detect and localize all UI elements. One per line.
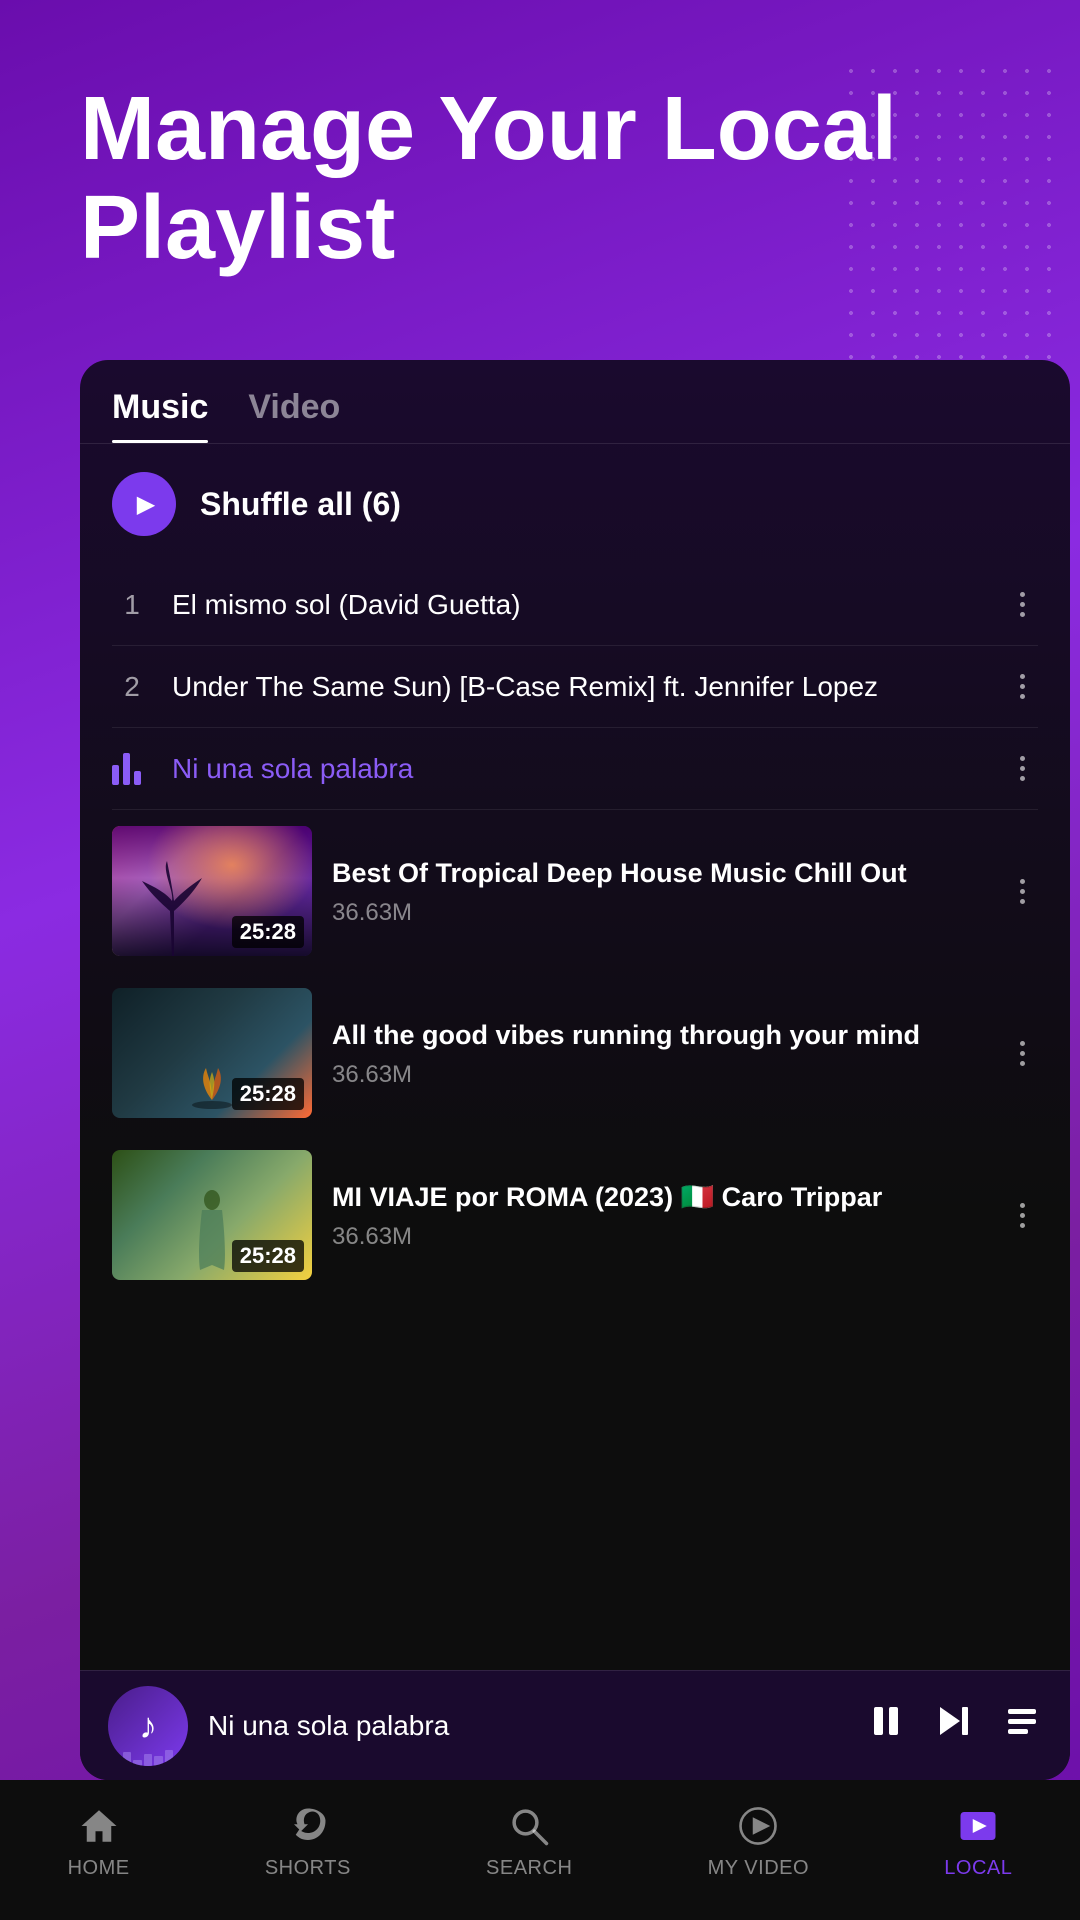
equalizer-icon [112, 753, 152, 785]
track-title: El mismo sol (David Guetta) [172, 585, 986, 624]
nav-item-my-video[interactable]: MY VIDEO [708, 1801, 809, 1880]
video-item[interactable]: 25:28 Best Of Tropical Deep House Music … [80, 810, 1070, 972]
video-size: 36.63M [332, 899, 986, 927]
nav-item-search[interactable]: SEARCH [486, 1801, 572, 1880]
tab-bar: Music Video [80, 360, 1070, 444]
video-duration: 25:28 [232, 1240, 304, 1272]
my-video-icon [733, 1801, 783, 1851]
nav-item-local[interactable]: LOCAL [944, 1801, 1012, 1880]
shorts-icon [283, 1801, 333, 1851]
track-item[interactable]: 1 El mismo sol (David Guetta) [80, 564, 1070, 645]
main-card: Music Video Shuffle all (6) 1 El mismo s… [80, 360, 1070, 1780]
video-title: MI VIAJE por ROMA (2023) 🇮🇹 Caro Trippar [332, 1179, 986, 1215]
track-title-playing: Ni una sola palabra [172, 749, 986, 788]
track-more-button[interactable] [1006, 748, 1038, 789]
video-thumbnail: 25:28 [112, 988, 312, 1118]
video-thumbnail: 25:28 [112, 1150, 312, 1280]
bottom-navigation: HOME SHORTS SEARCH MY VIDEO [0, 1780, 1080, 1920]
now-playing-bar: ♪ Ni una sola palabra [80, 1670, 1070, 1780]
nav-item-home[interactable]: HOME [68, 1801, 130, 1880]
track-item[interactable]: 2 Under The Same Sun) [B-Case Remix] ft.… [80, 646, 1070, 727]
video-item[interactable]: 25:28 MI VIAJE por ROMA (2023) 🇮🇹 Caro T… [80, 1134, 1070, 1296]
nav-item-shorts[interactable]: SHORTS [265, 1801, 351, 1880]
video-more-button[interactable] [1006, 871, 1038, 912]
video-info: Best Of Tropical Deep House Music Chill … [332, 855, 986, 927]
playback-controls [866, 1701, 1042, 1750]
music-note-icon: ♪ [139, 1705, 157, 1747]
queue-button[interactable] [1002, 1701, 1042, 1750]
track-item-playing[interactable]: Ni una sola palabra [80, 728, 1070, 809]
video-title: All the good vibes running through your … [332, 1017, 986, 1053]
shuffle-row[interactable]: Shuffle all (6) [80, 444, 1070, 564]
video-item[interactable]: 25:28 All the good vibes running through… [80, 972, 1070, 1134]
video-info: MI VIAJE por ROMA (2023) 🇮🇹 Caro Trippar… [332, 1179, 986, 1251]
pause-button[interactable] [866, 1701, 906, 1750]
palm-tree-decoration [132, 856, 212, 956]
video-duration: 25:28 [232, 1078, 304, 1110]
track-more-button[interactable] [1006, 666, 1038, 707]
video-info: All the good vibes running through your … [332, 1017, 986, 1089]
nav-label-my-video: MY VIDEO [708, 1857, 809, 1880]
video-more-button[interactable] [1006, 1195, 1038, 1236]
tab-music[interactable]: Music [112, 388, 208, 443]
video-duration: 25:28 [232, 916, 304, 948]
search-icon [504, 1801, 554, 1851]
video-thumbnail: 25:28 [112, 826, 312, 956]
nav-label-shorts: SHORTS [265, 1857, 351, 1880]
now-playing-avatar: ♪ [108, 1686, 188, 1766]
track-title: Under The Same Sun) [B-Case Remix] ft. J… [172, 667, 986, 706]
nav-label-local: LOCAL [944, 1857, 1012, 1880]
hero-title: Manage Your Local Playlist [80, 80, 1000, 278]
tab-video[interactable]: Video [248, 388, 340, 443]
video-more-button[interactable] [1006, 1033, 1038, 1074]
local-icon [953, 1801, 1003, 1851]
figure-decoration [192, 1190, 232, 1270]
track-number: 1 [112, 589, 152, 621]
video-size: 36.63M [332, 1061, 986, 1089]
nav-label-home: HOME [68, 1857, 130, 1880]
shuffle-play-button[interactable] [112, 472, 176, 536]
now-playing-title: Ni una sola palabra [208, 1710, 846, 1742]
track-number: 2 [112, 671, 152, 703]
shuffle-label: Shuffle all (6) [200, 486, 401, 523]
video-size: 36.63M [332, 1223, 986, 1251]
video-title: Best Of Tropical Deep House Music Chill … [332, 855, 986, 891]
skip-next-button[interactable] [934, 1701, 974, 1750]
track-more-button[interactable] [1006, 584, 1038, 625]
nav-label-search: SEARCH [486, 1857, 572, 1880]
home-icon [74, 1801, 124, 1851]
